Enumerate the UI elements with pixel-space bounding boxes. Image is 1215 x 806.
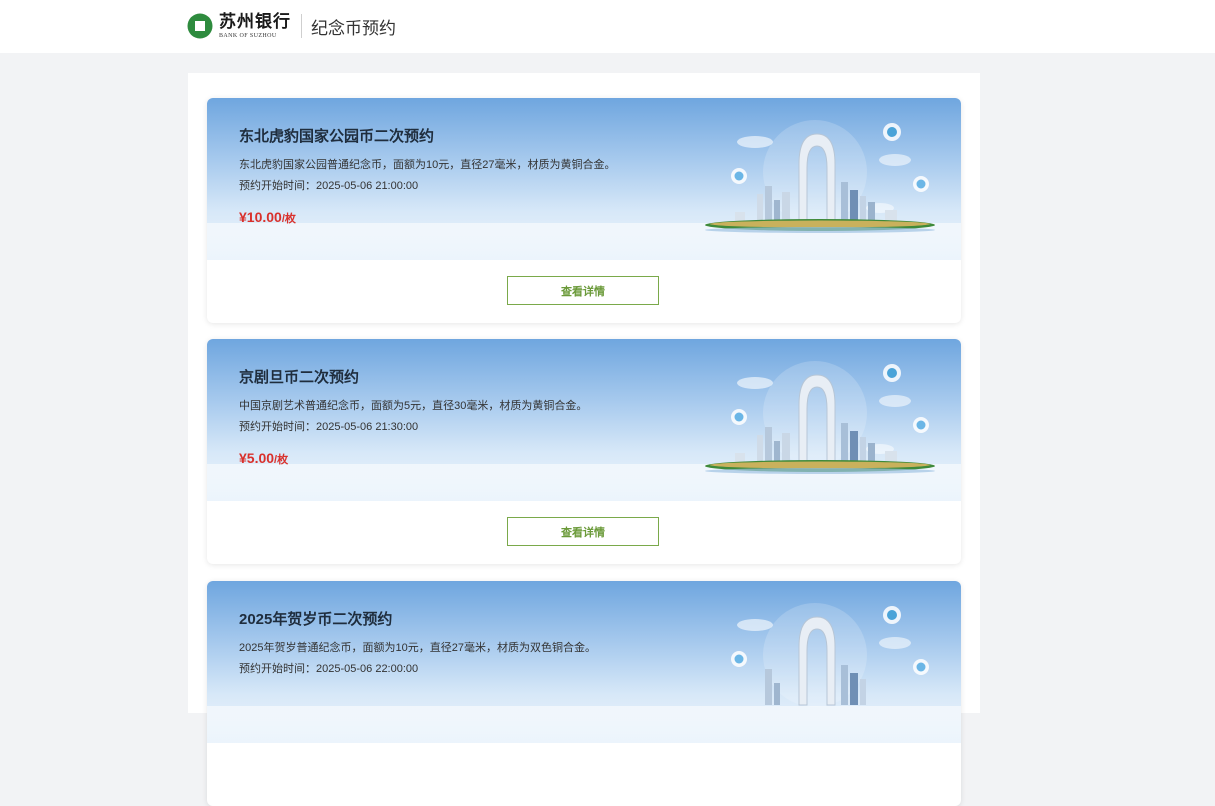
card-price: ¥5.00/枚 — [239, 450, 288, 468]
card-price: ¥10.00/枚 — [239, 209, 296, 227]
top-bar: 苏州银行 BANK OF SUZHOU 纪念币预约 — [0, 0, 1215, 53]
card-banner: 京剧旦币二次预约 中国京剧艺术普通纪念币，面额为5元，直径30毫米，材质为黄铜合… — [207, 339, 961, 501]
card-title: 东北虎豹国家公园币二次预约 — [239, 128, 435, 145]
card-banner: 东北虎豹国家公园币二次预约 东北虎豹国家公园普通纪念币，面额为10元，直径27毫… — [207, 98, 961, 260]
card-description: 中国京剧艺术普通纪念币，面额为5元，直径30毫米，材质为黄铜合金。 — [239, 400, 588, 412]
coin-card: 2025年贺岁币二次预约 2025年贺岁普通纪念币，面额为10元，直径27毫米，… — [207, 581, 961, 806]
city-skyline-illustration — [695, 353, 945, 483]
brand: 苏州银行 BANK OF SUZHOU 纪念币预约 — [187, 11, 396, 41]
page-title: 纪念币预约 — [311, 18, 396, 38]
view-details-button[interactable]: 查看详情 — [507, 517, 659, 546]
card-description: 东北虎豹国家公园普通纪念币，面额为10元，直径27毫米，材质为黄铜合金。 — [239, 159, 616, 171]
coin-card: 东北虎豹国家公园币二次预约 东北虎豹国家公园普通纪念币，面额为10元，直径27毫… — [207, 98, 961, 323]
view-details-button[interactable]: 查看详情 — [507, 276, 659, 305]
card-start-time: 预约开始时间：2025-05-06 22:00:00 — [239, 663, 419, 675]
main-content: 东北虎豹国家公园币二次预约 东北虎豹国家公园普通纪念币，面额为10元，直径27毫… — [188, 73, 980, 806]
price-amount: ¥10.00 — [239, 209, 282, 225]
price-unit: /枚 — [274, 454, 289, 466]
card-description: 2025年贺岁普通纪念币，面额为10元，直径27毫米，材质为双色铜合金。 — [239, 642, 596, 654]
card-title: 京剧旦币二次预约 — [239, 369, 360, 386]
city-skyline-illustration — [695, 595, 945, 725]
card-start-time: 预约开始时间：2025-05-06 21:00:00 — [239, 180, 419, 192]
card-banner: 2025年贺岁币二次预约 2025年贺岁普通纪念币，面额为10元，直径27毫米，… — [207, 581, 961, 743]
card-title: 2025年贺岁币二次预约 — [239, 611, 393, 628]
city-skyline-illustration — [695, 112, 945, 242]
bank-logo-icon — [187, 13, 213, 39]
bank-name-cn: 苏州银行 — [219, 11, 291, 32]
price-amount: ¥5.00 — [239, 450, 275, 466]
price-unit: /枚 — [281, 213, 296, 225]
coin-card: 京剧旦币二次预约 中国京剧艺术普通纪念币，面额为5元，直径30毫米，材质为黄铜合… — [207, 339, 961, 564]
header-divider — [301, 14, 302, 38]
bank-name-en: BANK OF SUZHOU — [219, 32, 277, 39]
bank-logo-text: 苏州银行 BANK OF SUZHOU — [219, 11, 291, 39]
card-start-time: 预约开始时间：2025-05-06 21:30:00 — [239, 421, 419, 433]
